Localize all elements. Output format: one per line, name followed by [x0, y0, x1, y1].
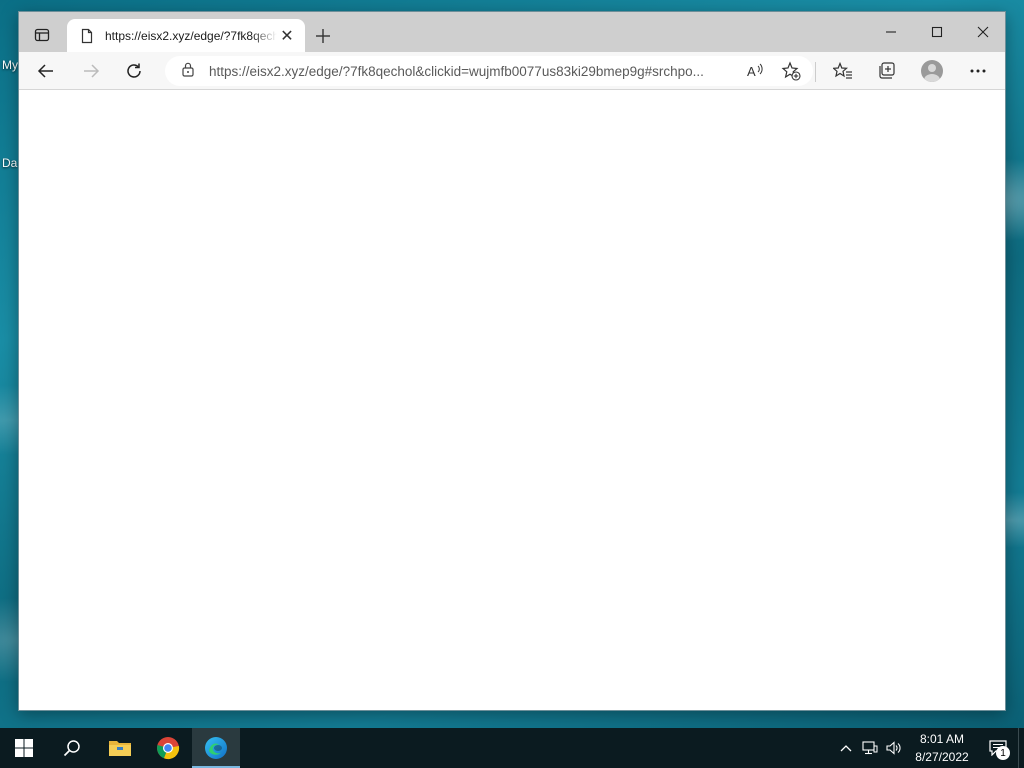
clock-time: 8:01 AM: [919, 732, 965, 746]
tab-title: https://eisx2.xyz/edge/?7fk8qechol&click…: [105, 28, 277, 43]
forward-arrow-icon[interactable]: [76, 57, 106, 85]
read-aloud-icon[interactable]: A: [741, 57, 769, 85]
back-arrow-icon[interactable]: [31, 57, 61, 85]
network-icon[interactable]: [858, 728, 882, 768]
svg-text:A: A: [747, 64, 756, 79]
windows-icon[interactable]: [0, 728, 48, 768]
tab-actions-icon[interactable]: [27, 21, 57, 49]
close-icon[interactable]: ✕: [277, 26, 297, 46]
minimize-icon[interactable]: [868, 12, 914, 52]
folder-icon[interactable]: [96, 728, 144, 768]
clock[interactable]: 8:01 AM 8/27/2022: [906, 730, 978, 766]
chrome-icon[interactable]: [144, 728, 192, 768]
refresh-icon[interactable]: [119, 57, 149, 85]
chevron-up-icon[interactable]: [834, 728, 858, 768]
clock-date: 8/27/2022: [915, 750, 969, 764]
favorites-icon[interactable]: [828, 57, 858, 85]
maximize-icon[interactable]: [914, 12, 960, 52]
browser-window: https://eisx2.xyz/edge/?7fk8qechol&click…: [18, 11, 1006, 711]
star-add-icon[interactable]: [777, 57, 805, 85]
avatar: [921, 60, 943, 82]
show-desktop-button[interactable]: [1018, 728, 1024, 768]
avatar-icon[interactable]: [917, 57, 947, 85]
system-tray: 8:01 AM 8/27/2022 1: [834, 728, 1024, 768]
notification-icon[interactable]: 1: [978, 728, 1018, 768]
plus-icon[interactable]: [311, 24, 335, 48]
address-bar[interactable]: https://eisx2.xyz/edge/?7fk8qechol&click…: [165, 56, 813, 86]
url-text: https://eisx2.xyz/edge/?7fk8qechol&click…: [209, 63, 704, 79]
navigation-toolbar: https://eisx2.xyz/edge/?7fk8qechol&click…: [19, 52, 1005, 90]
title-bar: https://eisx2.xyz/edge/?7fk8qechol&click…: [19, 12, 1005, 52]
notification-badge: 1: [996, 746, 1010, 760]
browser-tab[interactable]: https://eisx2.xyz/edge/?7fk8qechol&click…: [67, 19, 305, 52]
desktop-icon-label[interactable]: Da: [2, 156, 17, 170]
taskbar: 8:01 AM 8/27/2022 1: [0, 728, 1024, 768]
volume-icon[interactable]: [882, 728, 906, 768]
lock-icon[interactable]: [181, 61, 195, 82]
collections-icon[interactable]: [872, 57, 902, 85]
page-content[interactable]: [19, 90, 1005, 710]
search-icon[interactable]: [48, 728, 96, 768]
close-icon[interactable]: [960, 12, 1006, 52]
desktop-icon-label[interactable]: My: [2, 58, 18, 72]
page-icon: [79, 28, 95, 44]
toolbar-divider: [815, 62, 816, 82]
edge-icon[interactable]: [192, 728, 240, 768]
ellipsis-icon[interactable]: [963, 57, 993, 85]
